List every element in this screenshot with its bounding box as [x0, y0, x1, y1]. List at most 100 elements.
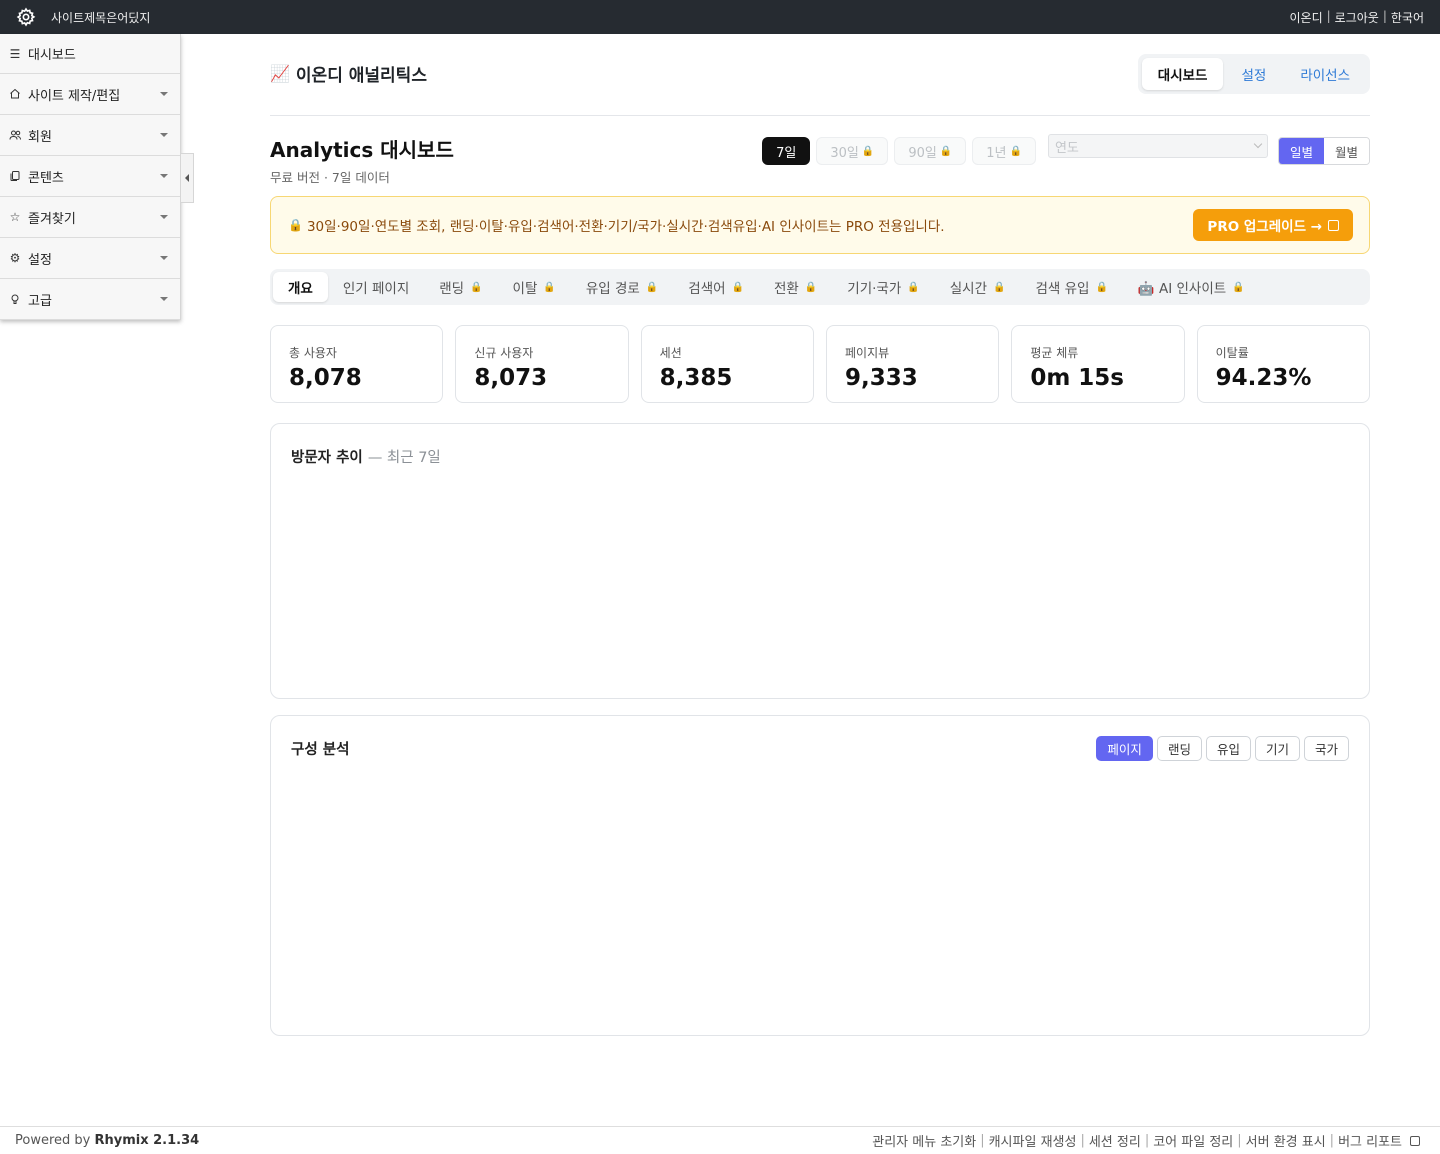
year-select-placeholder: 연도	[1054, 140, 1079, 156]
tab-realtime[interactable]: 실시간 🔒	[935, 272, 1021, 302]
lock-icon: 🔒	[543, 281, 556, 293]
sidebar-item-label: 사이트 제작/편집	[28, 88, 121, 104]
copy-icon	[8, 169, 22, 183]
rhymix-version-link[interactable]: Rhymix 2.1.34	[94, 1133, 199, 1148]
pro-upgrade-label: PRO 업그레이드 →	[1207, 219, 1322, 235]
tab-license[interactable]: 라이선스	[1284, 58, 1366, 90]
composition-tab-pages[interactable]: 페이지	[1096, 736, 1153, 761]
app-tabs: 대시보드 설정 라이선스	[1137, 53, 1370, 94]
lock-icon: 🔒	[804, 281, 818, 293]
range-1y-button[interactable]: 1년 🔒	[972, 137, 1036, 165]
year-select[interactable]: 연도	[1047, 134, 1268, 158]
tab-conversions[interactable]: 전환 🔒	[759, 272, 832, 302]
card-title: 구성 분석	[291, 742, 350, 758]
range-label: 7일	[776, 145, 797, 161]
lock-icon: 🔒	[907, 281, 920, 293]
tab-settings[interactable]: 설정	[1225, 58, 1282, 90]
range-90d-button[interactable]: 90일 🔒	[894, 137, 967, 165]
card-title: 방문자 추이 — 최근 7일	[291, 446, 441, 467]
tab-label: 🤖 AI 인사이트	[1137, 281, 1227, 297]
lock-icon: 🔒	[645, 281, 659, 293]
separator: |	[1326, 8, 1331, 23]
kpi-card-avg-duration: 평균 체류 0m 15s	[1011, 325, 1185, 403]
range-label: 90일	[908, 145, 937, 161]
range-label: 30일	[830, 145, 859, 161]
server-env-link[interactable]: 서버 환경 표시	[1246, 1131, 1326, 1150]
sidebar-item-settings[interactable]: ⚙ 설정	[0, 238, 180, 279]
sidebar-item-members[interactable]: 회원	[0, 115, 180, 156]
sidebar-item-label: 대시보드	[28, 48, 76, 63]
regenerate-cache-link[interactable]: 캐시파일 재생성	[989, 1131, 1077, 1150]
clean-sessions-link[interactable]: 세션 정리	[1089, 1131, 1141, 1150]
page-subtitle: 무료 버전 · 7일 데이터	[270, 170, 390, 185]
composition-tab-inflow[interactable]: 유입	[1205, 736, 1251, 761]
site-title-link[interactable]: 사이트제목은어딨지	[51, 9, 150, 26]
lock-icon: 🔒	[993, 281, 1006, 293]
chevron-down-icon	[160, 215, 168, 219]
pro-upgrade-button[interactable]: PRO 업그레이드 →	[1193, 209, 1353, 241]
kpi-label: 평균 체류	[1030, 346, 1079, 360]
tab-device-country[interactable]: 기기·국가 🔒	[832, 272, 934, 302]
sidebar-item-contents[interactable]: 콘텐츠	[0, 156, 180, 197]
tab-label: 개요	[288, 281, 313, 297]
chevron-down-icon	[160, 297, 168, 301]
gear-icon[interactable]	[15, 6, 37, 28]
kpi-label: 이탈률	[1215, 346, 1249, 360]
kpi-card-new-users: 신규 사용자 8,073	[455, 325, 629, 403]
sidebar-item-label: 설정	[28, 252, 52, 268]
sidebar-item-favorites[interactable]: ☆ 즐겨찾기	[0, 197, 180, 238]
sidebar-item-label: 즐겨찾기	[28, 211, 76, 227]
tab-popular-pages[interactable]: 인기 페이지	[328, 272, 424, 302]
kpi-card-sessions: 세션 8,385	[640, 325, 814, 403]
sidebar-item-site-build[interactable]: 사이트 제작/편집	[0, 74, 180, 115]
range-7d-button[interactable]: 7일	[762, 137, 811, 165]
home-icon	[8, 87, 22, 101]
dashboard-header: Analytics 대시보드 무료 버전 · 7일 데이터 7일 30일 🔒 90…	[270, 134, 1370, 185]
sidebar-collapse-toggle[interactable]	[181, 153, 194, 203]
kpi-value: 9,333	[844, 365, 918, 391]
range-30d-button[interactable]: 30일 🔒	[816, 137, 889, 165]
composition-tab-landing[interactable]: 랜딩	[1156, 736, 1202, 761]
tab-overview[interactable]: 개요	[273, 272, 328, 302]
tab-dashboard[interactable]: 대시보드	[1141, 57, 1224, 90]
sidebar-item-dashboard[interactable]: ☰ 대시보드	[0, 34, 180, 74]
tab-label: 기기·국가	[847, 281, 902, 297]
clean-core-files-link[interactable]: 코어 파일 정리	[1153, 1131, 1233, 1150]
tab-referrers[interactable]: 유입 경로 🔒	[571, 272, 673, 302]
sidebar-item-label: 콘텐츠	[28, 170, 64, 186]
tab-ai-insights[interactable]: 🤖 AI 인사이트 🔒	[1123, 272, 1260, 302]
tab-exit[interactable]: 이탈 🔒	[498, 272, 571, 302]
user-name-link[interactable]: 이온디	[1289, 9, 1322, 26]
kpi-row: 총 사용자 8,078 신규 사용자 8,073 세션 8,385 페이지뷰 9…	[270, 325, 1370, 403]
sidebar-item-label: 회원	[28, 129, 52, 145]
chevron-down-icon	[1253, 139, 1263, 149]
tab-landing[interactable]: 랜딩 🔒	[424, 272, 497, 302]
kpi-value: 8,385	[659, 365, 733, 391]
kpi-card-total-users: 총 사용자 8,078	[270, 325, 444, 403]
topbar-user-links: 이온디 | 로그아웃 | 한국어	[1289, 9, 1424, 26]
visitor-trend-card: 방문자 추이 — 최근 7일	[270, 423, 1370, 699]
kpi-value: 8,078	[289, 365, 362, 391]
daily-button[interactable]: 일별	[1278, 138, 1324, 164]
separator: |	[1329, 1133, 1335, 1148]
tab-keywords[interactable]: 검색어 🔒	[673, 272, 759, 302]
bug-report-link[interactable]: 버그 리포트	[1338, 1131, 1402, 1150]
tab-label: 유입 경로	[585, 281, 640, 297]
sidebar-item-advanced[interactable]: 고급	[0, 279, 180, 320]
tab-search-inflow[interactable]: 검색 유입 🔒	[1020, 272, 1122, 302]
kpi-value: 94.23%	[1215, 365, 1312, 391]
separator: |	[1144, 1133, 1150, 1148]
reset-admin-menu-link[interactable]: 관리자 메뉴 초기화	[872, 1131, 976, 1150]
logout-link[interactable]: 로그아웃	[1335, 9, 1379, 26]
powered-by: Powered by Rhymix 2.1.34	[15, 1133, 199, 1148]
composition-tab-device[interactable]: 기기	[1254, 736, 1300, 761]
language-link[interactable]: 한국어	[1391, 9, 1424, 26]
lock-icon: 🔒	[1009, 145, 1022, 157]
external-link-icon	[1410, 1135, 1420, 1146]
tab-label: 검색 유입	[1035, 281, 1090, 297]
card-title-subtitle: — 최근 7일	[367, 450, 441, 466]
hamburger-icon: ☰	[9, 46, 21, 61]
chart-up-icon: 📈	[270, 64, 290, 83]
composition-tab-country[interactable]: 국가	[1303, 736, 1349, 761]
monthly-button[interactable]: 월별	[1323, 138, 1369, 164]
